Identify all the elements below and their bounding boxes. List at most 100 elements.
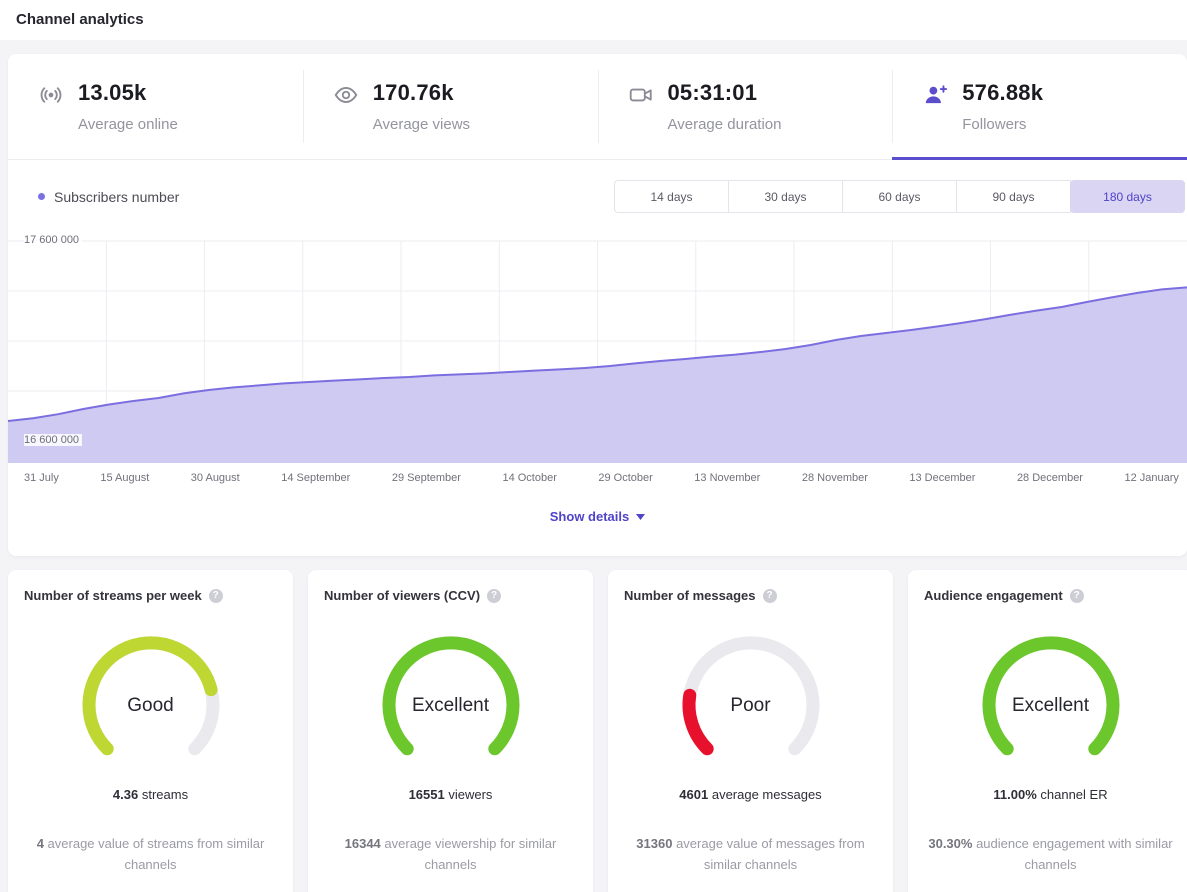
x-axis-label: 29 September	[392, 472, 461, 484]
benchmark-value: 30.30%	[928, 836, 972, 851]
chevron-down-icon	[636, 514, 645, 520]
page-header: Channel analytics	[0, 0, 1187, 40]
gauge-value-line: 11.00% channel ER	[924, 787, 1177, 802]
benchmark-text: audience engagement with similar channel…	[976, 836, 1173, 872]
gauge-value: 11.00%	[993, 787, 1036, 802]
help-icon[interactable]	[209, 589, 223, 603]
gauge-status: Excellent	[366, 695, 536, 717]
x-axis-label: 13 November	[694, 472, 760, 484]
gauge-card-header: Number of messages	[624, 588, 877, 603]
video-camera-icon	[628, 82, 654, 108]
gauge-card-title: Number of streams per week	[24, 588, 202, 603]
gauge-value-line: 4.36 streams	[24, 787, 277, 802]
date-range-group: 14 days 30 days 60 days 90 days 180 days	[614, 180, 1185, 213]
gauge: Excellent	[366, 629, 536, 779]
gauge-unit: average messages	[712, 787, 822, 802]
stat-label: Average duration	[668, 116, 782, 133]
gauge-card-title: Number of viewers (CCV)	[324, 588, 480, 603]
stat-average-online[interactable]: 13.05k Average online	[8, 54, 303, 159]
benchmark-text: average viewership for similar channels	[384, 836, 556, 872]
stat-text: 170.76k Average views	[373, 80, 470, 133]
benchmark-text: average value of messages from similar c…	[676, 836, 865, 872]
stat-text: 05:31:01 Average duration	[668, 80, 782, 133]
legend-dot-icon	[38, 193, 45, 200]
stat-followers[interactable]: 576.88k Followers	[892, 54, 1187, 159]
y-axis-label-max: 17 600 000	[24, 234, 82, 246]
range-button-180-days[interactable]: 180 days	[1070, 180, 1185, 213]
gauge-benchmark: 30.30% audience engagement with similar …	[925, 834, 1177, 876]
stat-average-duration[interactable]: 05:31:01 Average duration	[598, 54, 893, 159]
gauge-value: 4601	[679, 787, 708, 802]
stat-value: 13.05k	[78, 80, 178, 106]
gauge-cards-row: Number of streams per week Good 4.36 str…	[8, 570, 1187, 892]
stat-value: 576.88k	[962, 80, 1043, 106]
benchmark-value: 31360	[636, 836, 672, 851]
help-icon[interactable]	[763, 589, 777, 603]
show-details-row: Show details	[8, 484, 1187, 556]
stat-text: 576.88k Followers	[962, 80, 1043, 133]
benchmark-value: 16344	[345, 836, 381, 851]
range-button-14-days[interactable]: 14 days	[614, 180, 729, 213]
page-title: Channel analytics	[16, 11, 1171, 28]
benchmark-text: average value of streams from similar ch…	[48, 836, 265, 872]
gauge: Poor	[666, 629, 836, 779]
show-details-label: Show details	[550, 509, 629, 524]
gauge-card-title: Number of messages	[624, 588, 756, 603]
show-details-button[interactable]: Show details	[550, 509, 645, 524]
gauge-value-line: 16551 viewers	[324, 787, 577, 802]
stat-value: 170.76k	[373, 80, 470, 106]
x-axis-label: 14 October	[502, 472, 556, 484]
stat-value: 05:31:01	[668, 80, 782, 106]
gauge-value: 4.36	[113, 787, 138, 802]
user-plus-icon	[922, 82, 948, 108]
x-axis-label: 29 October	[598, 472, 652, 484]
x-axis-label: 30 August	[191, 472, 240, 484]
x-axis-label: 15 August	[100, 472, 149, 484]
x-axis-label: 14 September	[281, 472, 350, 484]
gauge-benchmark: 16344 average viewership for similar cha…	[325, 834, 577, 876]
gauge-card-viewers-ccv: Number of viewers (CCV) Excellent 16551 …	[308, 570, 593, 892]
gauge-benchmark: 31360 average value of messages from sim…	[625, 834, 877, 876]
x-axis-label: 31 July	[24, 472, 59, 484]
gauge: Good	[66, 629, 236, 779]
x-axis-label: 28 November	[802, 472, 868, 484]
gauge-card-messages: Number of messages Poor 4601 average mes…	[608, 570, 893, 892]
y-axis-label-min: 16 600 000	[24, 434, 82, 446]
gauge-unit: streams	[142, 787, 188, 802]
stat-average-views[interactable]: 170.76k Average views	[303, 54, 598, 159]
range-button-30-days[interactable]: 30 days	[728, 180, 843, 213]
subscribers-chart: 17 600 000 16 600 000	[8, 231, 1187, 463]
stats-row: 13.05k Average online 170.76k Average vi…	[8, 54, 1187, 160]
gauge-card-streams-per-week: Number of streams per week Good 4.36 str…	[8, 570, 293, 892]
gauge-card-header: Number of streams per week	[24, 588, 277, 603]
gauge-unit: viewers	[448, 787, 492, 802]
gauge-card-title: Audience engagement	[924, 588, 1063, 603]
gauge-card-header: Number of viewers (CCV)	[324, 588, 577, 603]
area-chart-svg	[8, 231, 1187, 463]
range-button-60-days[interactable]: 60 days	[842, 180, 957, 213]
gauge-status: Poor	[666, 695, 836, 717]
stat-text: 13.05k Average online	[78, 80, 178, 133]
chart-controls: Subscribers number 14 days 30 days 60 da…	[8, 160, 1187, 217]
gauge-benchmark: 4 average value of streams from similar …	[25, 834, 277, 876]
help-icon[interactable]	[1070, 589, 1084, 603]
stat-label: Followers	[962, 116, 1043, 133]
help-icon[interactable]	[487, 589, 501, 603]
x-axis-labels: 31 July 15 August 30 August 14 September…	[8, 463, 1187, 484]
broadcast-icon	[38, 82, 64, 108]
eye-icon	[333, 82, 359, 108]
gauge: Excellent	[966, 629, 1136, 779]
range-button-90-days[interactable]: 90 days	[956, 180, 1071, 213]
gauge-value: 16551	[409, 787, 445, 802]
benchmark-value: 4	[37, 836, 44, 851]
x-axis-label: 13 December	[909, 472, 975, 484]
stat-label: Average views	[373, 116, 470, 133]
x-axis-label: 28 December	[1017, 472, 1083, 484]
gauge-card-header: Audience engagement	[924, 588, 1177, 603]
stat-label: Average online	[78, 116, 178, 133]
legend-label: Subscribers number	[54, 189, 179, 205]
analytics-card: 13.05k Average online 170.76k Average vi…	[8, 54, 1187, 556]
series-legend: Subscribers number	[38, 189, 179, 205]
gauge-value-line: 4601 average messages	[624, 787, 877, 802]
gauge-unit: channel ER	[1040, 787, 1107, 802]
